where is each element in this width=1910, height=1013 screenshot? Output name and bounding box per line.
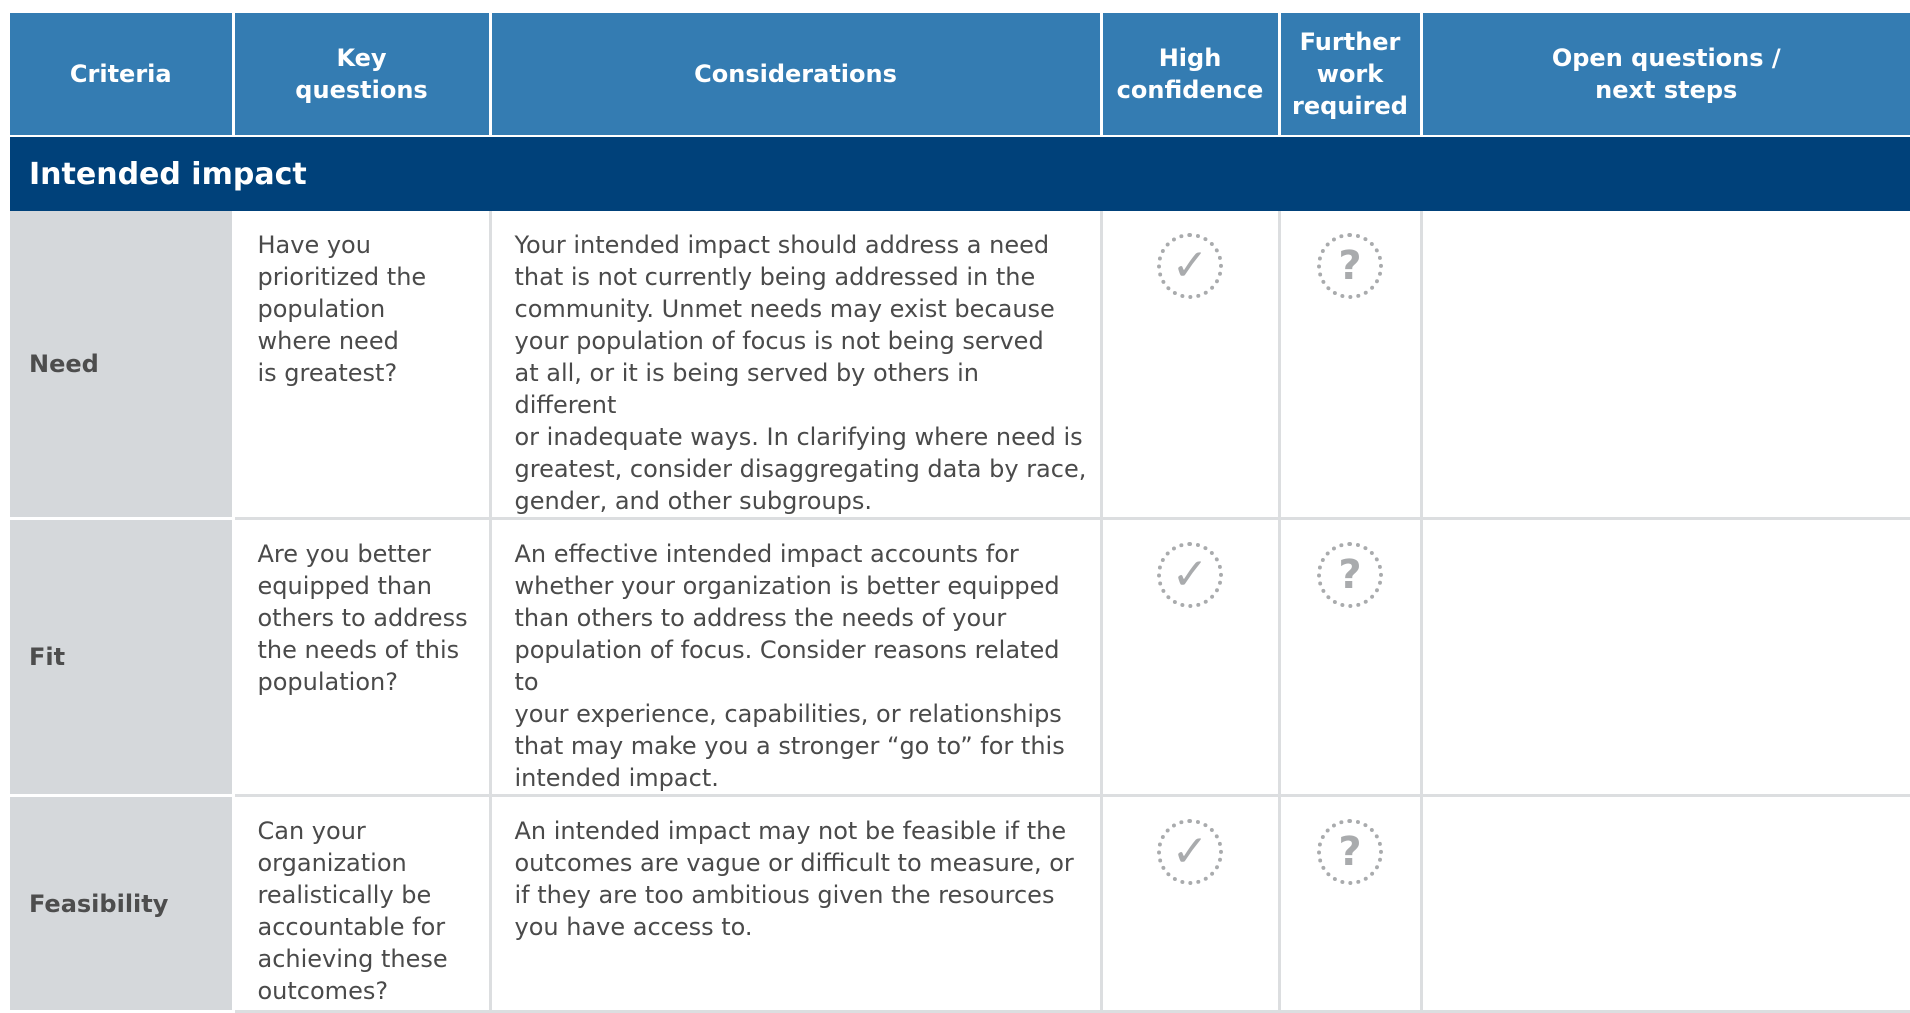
key-question-cell: Have you prioritized the population wher… [233, 211, 492, 520]
header-open-questions: Open questions / next steps [1421, 13, 1910, 136]
criteria-cell: Need [10, 211, 235, 520]
question-icon[interactable]: ? [1317, 542, 1383, 608]
criteria-cell: Feasibility [10, 795, 235, 1013]
consideration-cell: An effective intended impact accounts fo… [490, 518, 1103, 797]
criteria-table: Criteria Key questions Considerations Hi… [10, 13, 1910, 1013]
next-steps-cell[interactable] [1421, 795, 1910, 1013]
question-icon[interactable]: ? [1317, 233, 1383, 299]
consideration-cell: Your intended impact should address a ne… [490, 211, 1103, 520]
high-confidence-cell[interactable]: ✓ [1101, 795, 1281, 1013]
header-key-questions: Key questions [233, 13, 492, 136]
check-icon[interactable]: ✓ [1157, 233, 1223, 299]
key-question-cell: Can your organization realistically be a… [233, 795, 492, 1013]
further-work-cell[interactable]: ? [1279, 518, 1423, 797]
header-further-work: Further work required [1279, 13, 1423, 136]
further-work-cell[interactable]: ? [1279, 211, 1423, 520]
question-icon[interactable]: ? [1317, 819, 1383, 885]
high-confidence-cell[interactable]: ✓ [1101, 211, 1281, 520]
high-confidence-cell[interactable]: ✓ [1101, 518, 1281, 797]
header-criteria: Criteria [10, 13, 235, 136]
consideration-cell: An intended impact may not be feasible i… [490, 795, 1103, 1013]
section-row: Intended impact [10, 135, 1910, 211]
next-steps-cell[interactable] [1421, 518, 1910, 797]
table-row-feasibility: Feasibility Can your organization realis… [10, 795, 1910, 1013]
header-high-confidence: High confidence [1101, 13, 1281, 136]
check-icon[interactable]: ✓ [1157, 542, 1223, 608]
table-header: Criteria Key questions Considerations Hi… [10, 13, 1910, 136]
next-steps-cell[interactable] [1421, 211, 1910, 520]
criteria-cell: Fit [10, 518, 235, 797]
check-icon[interactable]: ✓ [1157, 819, 1223, 885]
section-title: Intended impact [10, 135, 1910, 211]
further-work-cell[interactable]: ? [1279, 795, 1423, 1013]
table-row-need: Need Have you prioritized the population… [10, 211, 1910, 520]
header-considerations: Considerations [490, 13, 1103, 136]
table-row-fit: Fit Are you better equipped than others … [10, 518, 1910, 797]
key-question-cell: Are you better equipped than others to a… [233, 518, 492, 797]
